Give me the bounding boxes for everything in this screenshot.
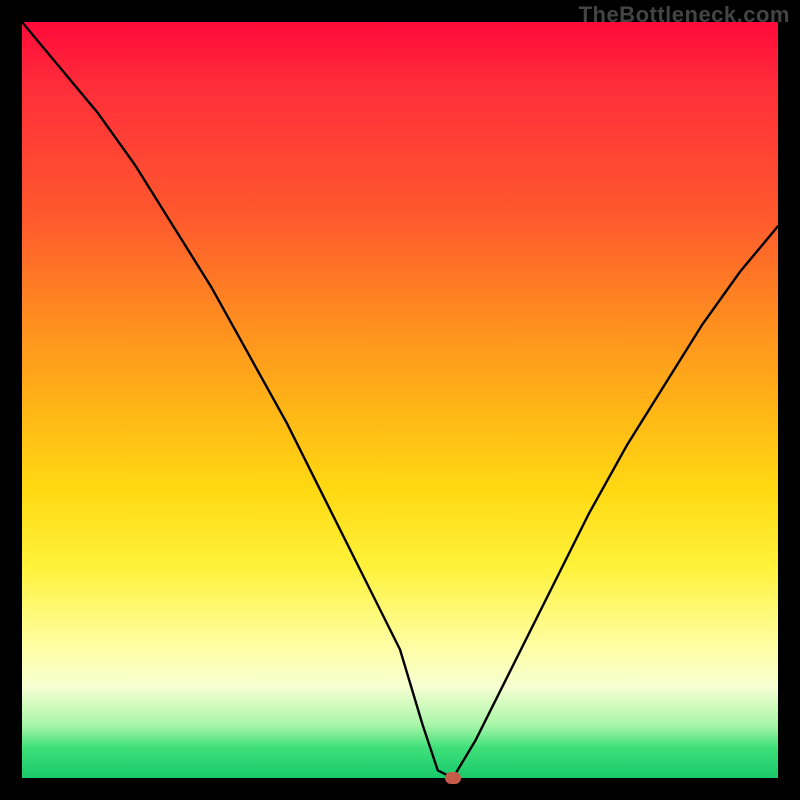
chart-frame: TheBottleneck.com <box>0 0 800 800</box>
optimal-point-marker <box>445 772 461 784</box>
bottleneck-curve <box>22 22 778 778</box>
watermark-text: TheBottleneck.com <box>579 2 790 28</box>
